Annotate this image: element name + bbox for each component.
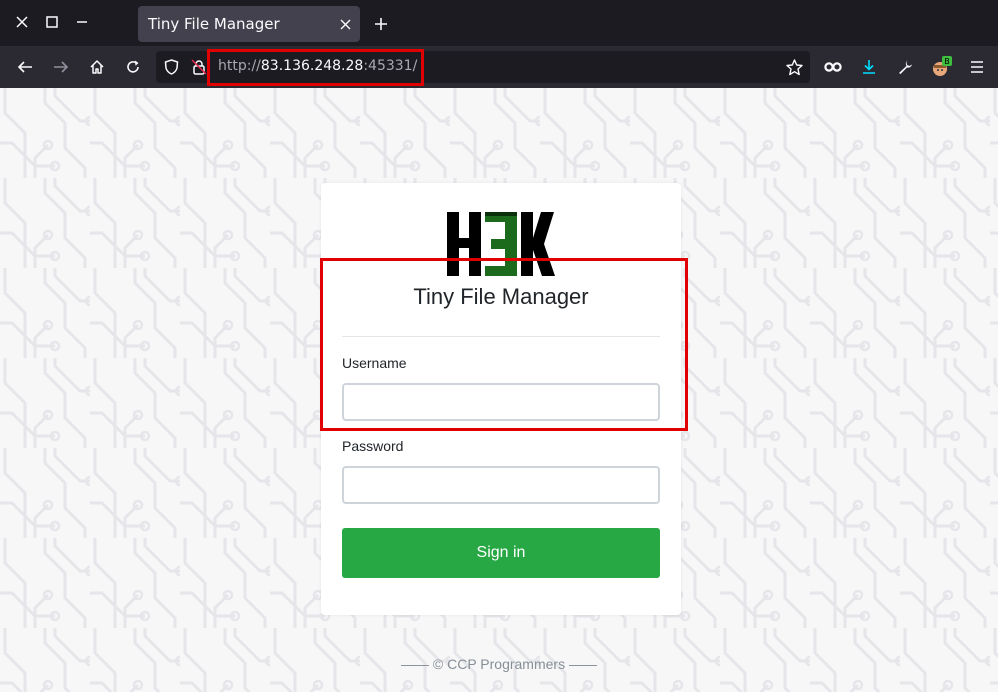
browser-titlebar: Tiny File Manager (0, 0, 998, 46)
extension-avatar-icon[interactable]: B (930, 56, 952, 78)
reload-icon[interactable] (122, 56, 144, 78)
forward-arrow-icon[interactable] (50, 56, 72, 78)
insecure-lock-icon[interactable] (190, 58, 208, 76)
url-highlight-box (207, 49, 424, 86)
footer-copyright: —— © CCP Programmers —— (401, 656, 597, 672)
password-label: Password (342, 438, 404, 454)
private-mask-icon[interactable] (822, 56, 844, 78)
home-icon[interactable] (86, 56, 108, 78)
extension-badge: B (944, 57, 950, 66)
maximize-window-icon[interactable] (42, 12, 62, 32)
sign-in-button[interactable]: Sign in (342, 528, 660, 578)
back-arrow-icon[interactable] (14, 56, 36, 78)
hamburger-menu-icon[interactable] (966, 56, 988, 78)
new-tab-icon[interactable] (371, 14, 391, 34)
bookmark-star-icon[interactable] (784, 57, 804, 77)
downloads-icon[interactable] (858, 56, 880, 78)
browser-toolbar: http://83.136.248.28:45331/ B (0, 46, 998, 88)
wrench-icon[interactable] (894, 56, 916, 78)
tab-close-icon[interactable] (336, 15, 354, 33)
credentials-highlight-box (320, 258, 688, 431)
close-window-icon[interactable] (12, 12, 32, 32)
browser-tab-active[interactable]: Tiny File Manager (138, 6, 360, 42)
password-input[interactable] (342, 466, 660, 504)
minimize-window-icon[interactable] (72, 12, 92, 32)
shield-icon[interactable] (162, 58, 180, 76)
tab-title: Tiny File Manager (148, 15, 280, 33)
